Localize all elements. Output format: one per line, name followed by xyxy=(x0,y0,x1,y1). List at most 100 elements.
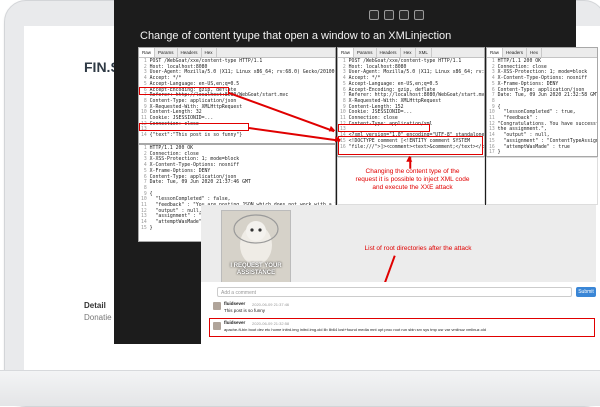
line-text: { xyxy=(497,104,501,110)
line-number: 11 xyxy=(141,116,150,122)
line-number: 14 xyxy=(489,133,498,139)
comment-text: This post is so funny xyxy=(224,308,266,313)
right-response-code: 1 HTTP/1.1 200 OK 2 Connection: close 3 … xyxy=(487,58,598,156)
line-number: 9 xyxy=(489,104,498,110)
line-number: 3 xyxy=(141,157,150,163)
tab-params[interactable]: Params xyxy=(155,48,178,57)
close-icon[interactable] xyxy=(414,10,424,20)
meme-image: I REQUEST YOUR ASSISTANCE xyxy=(221,210,291,284)
line-text: Accept-Language: en-US,en;q=0.5 xyxy=(348,81,439,87)
comment-text: apache-ft-bin boot dev etc home initrd.i… xyxy=(224,327,487,332)
detail-sub: Donatie xyxy=(84,313,112,322)
line-text: HTTP/1.1 200 OK xyxy=(149,146,193,151)
line-number: 12 xyxy=(141,208,150,214)
right-response-tabs: Raw Headers Hex xyxy=(487,48,597,58)
line-text: {"text":"This post is so funny"} xyxy=(149,133,243,139)
line-number: 9 xyxy=(340,104,349,110)
line-number: 8 xyxy=(489,98,498,104)
line-text: "output" : null, xyxy=(497,133,550,139)
line-number: 4 xyxy=(489,76,498,82)
tab-hex[interactable]: Hex xyxy=(202,48,217,57)
line-number: 2 xyxy=(340,64,349,70)
lightbox-toolbar xyxy=(369,10,424,20)
line-number: 9 xyxy=(141,104,150,110)
zoom-icon[interactable] xyxy=(369,10,379,20)
meme-caption: I REQUEST YOUR ASSISTANCE xyxy=(230,263,282,276)
line-number: 2 xyxy=(141,151,150,157)
line-text: User-Agent: Mozilla/5.0 (X11; Linux x86_… xyxy=(348,70,485,76)
fullscreen-icon[interactable] xyxy=(399,10,409,20)
line-text: Cookie: JSESSIONID=... xyxy=(348,110,413,116)
line-text: Content-Type: application/json xyxy=(497,87,585,93)
comment-user: fluidsever xyxy=(224,320,246,325)
line-text: HTTP/1.1 200 OK xyxy=(497,59,541,64)
comment-input[interactable]: Add a comment xyxy=(217,287,572,297)
comment-user: fluidsever xyxy=(224,301,246,306)
line-number: 12 xyxy=(489,121,498,127)
line-text: "attemptWasMade" : true xyxy=(497,144,570,150)
tab-xml[interactable]: XML xyxy=(416,48,432,57)
line-text: X-Frame-Options: DENY xyxy=(149,168,211,174)
line-text: "assignment" : "ContentTypeAssignment", xyxy=(503,138,598,144)
line-text: Content-Length: 32 xyxy=(149,110,202,116)
overlay-title: Change of content tyupe that open a wind… xyxy=(140,30,452,42)
line-number: 4 xyxy=(141,163,150,169)
line-text: X-XSS-Protection: 1; mode=block xyxy=(497,70,588,76)
line-number: 14 xyxy=(141,133,150,139)
line-number: 4 xyxy=(340,76,349,82)
line-text: { xyxy=(149,191,153,197)
line-text: Host: localhost:8080 xyxy=(348,64,407,70)
line-number: 14 xyxy=(141,220,150,226)
tab-headers[interactable]: Headers xyxy=(377,48,401,57)
line-number: 3 xyxy=(141,70,150,76)
line-number: 13 xyxy=(141,214,150,220)
line-text: Content-Type: application/json xyxy=(149,174,237,180)
line-number: 8 xyxy=(141,185,150,191)
tab-raw[interactable]: Raw xyxy=(139,48,156,57)
share-icon[interactable] xyxy=(384,10,394,20)
tab-raw[interactable]: Raw xyxy=(338,48,355,57)
line-text: Accept: */* xyxy=(149,76,182,82)
tab-raw[interactable]: Raw xyxy=(487,48,504,57)
line-number: 9 xyxy=(141,191,150,197)
json-body-highlight xyxy=(139,123,249,131)
line-text: } xyxy=(497,150,501,156)
line-number: 6 xyxy=(141,174,150,180)
line-text: Content-Type: application/json xyxy=(149,98,237,104)
line-number: 2 xyxy=(141,64,150,70)
tab-headers[interactable]: Headers xyxy=(503,48,528,57)
right-lower-panel xyxy=(486,157,598,205)
line-number: 7 xyxy=(141,180,150,186)
root-dirs-annotation: List of root directories after the attac… xyxy=(364,245,472,252)
line-number: 4 xyxy=(141,76,150,82)
line-text: "Congratulations. You have successfully … xyxy=(497,121,597,127)
line-number: 2 xyxy=(489,64,498,70)
tab-hex[interactable]: Hex xyxy=(527,48,543,57)
arrow-annotation-to-payload xyxy=(409,156,411,169)
line-text: Accept-Encoding: gzip, deflate xyxy=(348,87,436,93)
line-text: the assignment.", xyxy=(497,127,547,133)
avatar xyxy=(213,322,221,330)
line-number: 1 xyxy=(141,146,150,151)
line-text: Date: Tue, 09 Jun 2020 21:32:58 GMT xyxy=(497,93,598,99)
line-number: 10 xyxy=(141,197,150,203)
line-number: 5 xyxy=(489,81,498,87)
line-text: } xyxy=(149,225,153,231)
line-text: Cookie: JSESSIONID=... xyxy=(149,116,214,122)
comment-date: 2020-06-09 21:32:58 xyxy=(252,321,290,326)
line-number: 11 xyxy=(489,116,498,122)
change-type-annotation: Changing the content type of the request… xyxy=(355,168,470,191)
left-request-tabs: Raw Params Headers Hex xyxy=(139,48,335,58)
line-number: 10 xyxy=(340,110,349,116)
line-text: X-Frame-Options: DENY xyxy=(497,81,559,87)
tab-headers[interactable]: Headers xyxy=(178,48,202,57)
comment-date: 2020-06-09 21:37:46 xyxy=(252,302,290,307)
tab-hex[interactable]: Hex xyxy=(401,48,416,57)
content-type-xml-highlight xyxy=(338,124,430,132)
line-number: 8 xyxy=(141,98,150,104)
tab-params[interactable]: Params xyxy=(354,48,377,57)
submit-button[interactable]: Submit xyxy=(576,287,596,297)
line-number: 11 xyxy=(141,203,150,209)
line-number: 6 xyxy=(489,87,498,93)
detail-label: Detail xyxy=(84,301,106,310)
